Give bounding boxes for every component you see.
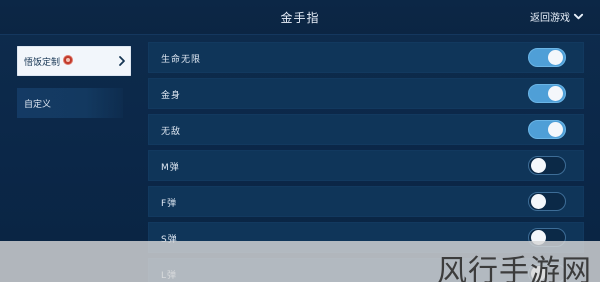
setting-label: F弹 xyxy=(161,199,178,209)
sidebar-item-label: 悟饭定制 xyxy=(24,57,61,68)
setting-label: 金身 xyxy=(161,91,182,101)
setting-row-f-bullet: F弹 xyxy=(148,186,584,217)
setting-row-invincible: 无敌 xyxy=(148,114,584,145)
cheat-screen: 金手指 返回游戏 悟饭定制 自定义 生命无限 金身 无敌 M弹 F弹 S弹 风行… xyxy=(0,0,600,282)
top-bar: 金手指 返回游戏 xyxy=(0,0,600,35)
sidebar-item-custom-wufan[interactable]: 悟饭定制 xyxy=(17,46,131,76)
invincible-toggle[interactable] xyxy=(528,120,566,139)
toggle-knob xyxy=(548,122,563,137)
setting-label: M弹 xyxy=(161,163,180,173)
toggle-knob xyxy=(531,194,546,209)
setting-row-m-bullet: M弹 xyxy=(148,150,584,181)
watermark-text: 风行手游网 xyxy=(437,254,592,282)
m-bullet-toggle[interactable] xyxy=(528,156,566,175)
toggle-knob xyxy=(531,158,546,173)
chevron-down-icon xyxy=(573,13,584,20)
toggle-knob xyxy=(548,50,563,65)
toggle-knob xyxy=(548,86,563,101)
setting-row-golden-body: 金身 xyxy=(148,78,584,109)
notification-badge-icon xyxy=(64,56,73,64)
golden-body-toggle[interactable] xyxy=(528,84,566,103)
sidebar-item-label: 自定义 xyxy=(24,99,52,110)
setting-label: 生命无限 xyxy=(161,55,202,65)
back-to-game-button[interactable]: 返回游戏 xyxy=(530,9,584,24)
setting-row-infinite-life: 生命无限 xyxy=(148,42,584,73)
sidebar-item-custom[interactable]: 自定义 xyxy=(17,88,123,118)
infinite-life-toggle[interactable] xyxy=(528,48,566,67)
chevron-right-icon xyxy=(119,56,125,66)
back-label: 返回游戏 xyxy=(530,13,570,24)
page-title: 金手指 xyxy=(280,11,320,25)
setting-label: 无敌 xyxy=(161,127,182,137)
f-bullet-toggle[interactable] xyxy=(528,192,566,211)
